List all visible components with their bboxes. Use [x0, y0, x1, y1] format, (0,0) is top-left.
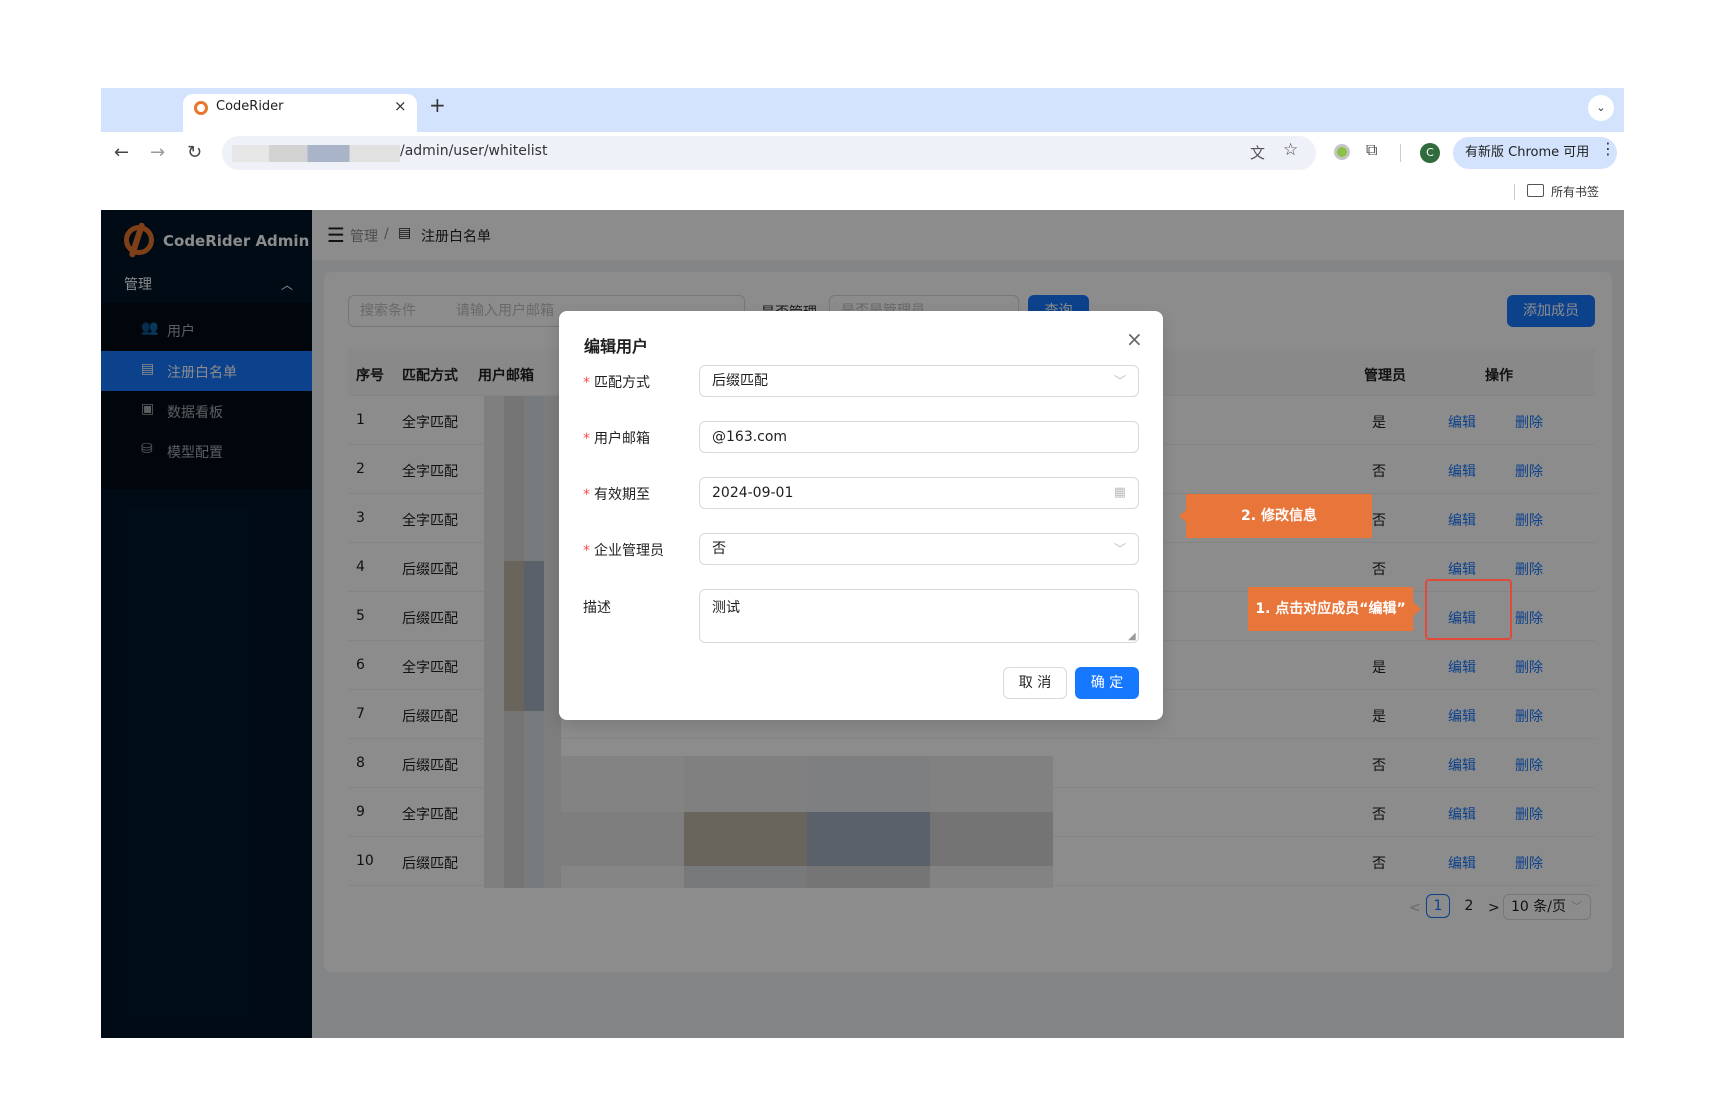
required-mark: *	[583, 487, 590, 503]
enterprise-admin-select[interactable]: 否 ﹀	[699, 533, 1139, 565]
field-label-text: 有效期至	[594, 487, 650, 503]
url-path: /admin/user/whitelist	[400, 143, 548, 159]
back-icon[interactable]: ←	[114, 142, 129, 163]
folder-icon[interactable]	[1527, 184, 1544, 197]
calendar-icon: ▦	[1113, 485, 1126, 500]
field-label-match: * 匹配方式	[583, 372, 650, 392]
new-tab-button[interactable]: +	[429, 93, 446, 117]
update-chrome-button[interactable]: 有新版 Chrome 可用	[1453, 137, 1617, 169]
url-host-redacted	[232, 145, 400, 162]
required-mark: *	[583, 543, 590, 559]
resize-grip-icon[interactable]: ◢	[1128, 631, 1136, 642]
modal-title: 编辑用户	[584, 337, 649, 356]
expiry-date-picker[interactable]: 2024-09-01 ▦	[699, 477, 1139, 509]
tab-close-icon[interactable]: ×	[394, 97, 407, 115]
puzzle-icon[interactable]: ⧉	[1366, 140, 1377, 160]
forward-icon[interactable]: →	[150, 142, 165, 163]
callout-arrow	[1413, 602, 1421, 616]
enterprise-admin-value: 否	[712, 541, 726, 557]
bookmarks-bar	[101, 178, 1624, 210]
toolbar-divider	[1400, 144, 1401, 162]
coderider-favicon-icon	[194, 101, 208, 115]
step-2-callout: 2. 修改信息	[1186, 494, 1372, 538]
chevron-down-icon: ﹀	[1113, 374, 1126, 388]
field-label-email: * 用户邮箱	[583, 428, 650, 448]
chevron-down-icon: ﹀	[1113, 542, 1126, 556]
required-mark: *	[583, 431, 590, 447]
reload-icon[interactable]: ↻	[187, 142, 202, 163]
email-field[interactable]: @163.com	[699, 421, 1139, 453]
profile-avatar[interactable]: C	[1420, 143, 1440, 163]
match-type-value: 后缀匹配	[712, 373, 768, 389]
field-label-text: 匹配方式	[594, 375, 650, 391]
expiry-value: 2024-09-01	[712, 485, 794, 501]
ok-button[interactable]: 确 定	[1075, 667, 1139, 699]
field-label-expiry: * 有效期至	[583, 484, 650, 504]
bookmarks-divider	[1514, 184, 1515, 200]
close-icon[interactable]: ×	[1126, 327, 1143, 351]
star-icon[interactable]: ☆	[1283, 140, 1298, 160]
translate-icon[interactable]: 文	[1250, 142, 1265, 163]
extension-icon[interactable]	[1334, 144, 1350, 160]
all-bookmarks-link[interactable]: 所有书签	[1551, 183, 1599, 200]
field-label-text: 用户邮箱	[594, 431, 650, 447]
more-icon[interactable]: ⋮	[1600, 139, 1616, 158]
step-1-callout: 1. 点击对应成员“编辑”	[1248, 587, 1413, 631]
required-mark: *	[583, 375, 590, 391]
field-label-description: 描述	[583, 600, 611, 616]
tab-title: CodeRider	[216, 99, 284, 114]
description-textarea[interactable]: 测试	[699, 589, 1139, 643]
field-label-enterprise-admin: * 企业管理员	[583, 540, 664, 560]
match-type-select[interactable]: 后缀匹配 ﹀	[699, 365, 1139, 397]
field-label-text: 企业管理员	[594, 543, 664, 559]
tab-search-chevron-icon[interactable]: ⌄	[1588, 95, 1614, 121]
edit-highlight-box	[1425, 579, 1512, 640]
cancel-button[interactable]: 取 消	[1003, 667, 1067, 699]
email-value: @163.com	[712, 429, 788, 445]
